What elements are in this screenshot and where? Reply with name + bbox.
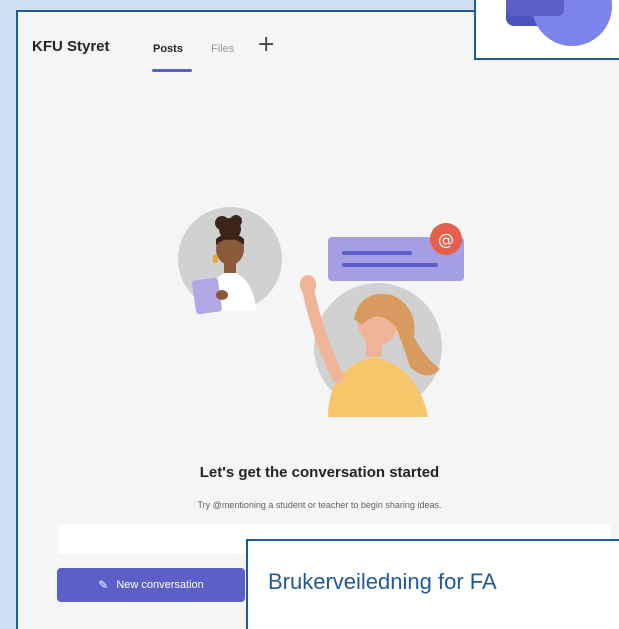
empty-state-title: Let's get the conversation started <box>199 464 440 481</box>
tab-files[interactable]: Files <box>211 43 234 55</box>
add-tab-button[interactable]: + <box>257 33 275 57</box>
teams-logo-fragment <box>506 0 612 46</box>
guide-title-banner: Brukerveiledning for FA <box>246 539 619 629</box>
tab-posts[interactable]: Posts <box>153 43 183 55</box>
conversation-illustration: @ <box>178 207 464 417</box>
active-tab-indicator <box>152 69 192 72</box>
mention-badge-label: @ <box>438 230 454 249</box>
compose-icon: ✎ <box>98 578 109 592</box>
new-conversation-button[interactable]: ✎ New conversation <box>57 568 245 602</box>
guide-title-text: Brukerveiledning for FA <box>268 569 497 594</box>
team-name: KFU Styret <box>32 38 110 55</box>
new-conversation-label: New conversation <box>116 579 204 591</box>
waving-woman-figure <box>300 275 440 417</box>
corner-logo-box <box>474 0 619 60</box>
empty-state-subtitle: Try @mentioning a student or teacher to … <box>197 500 442 510</box>
teams-channel-window: KFU Styret Posts Files + @ Let's get the… <box>16 10 619 629</box>
